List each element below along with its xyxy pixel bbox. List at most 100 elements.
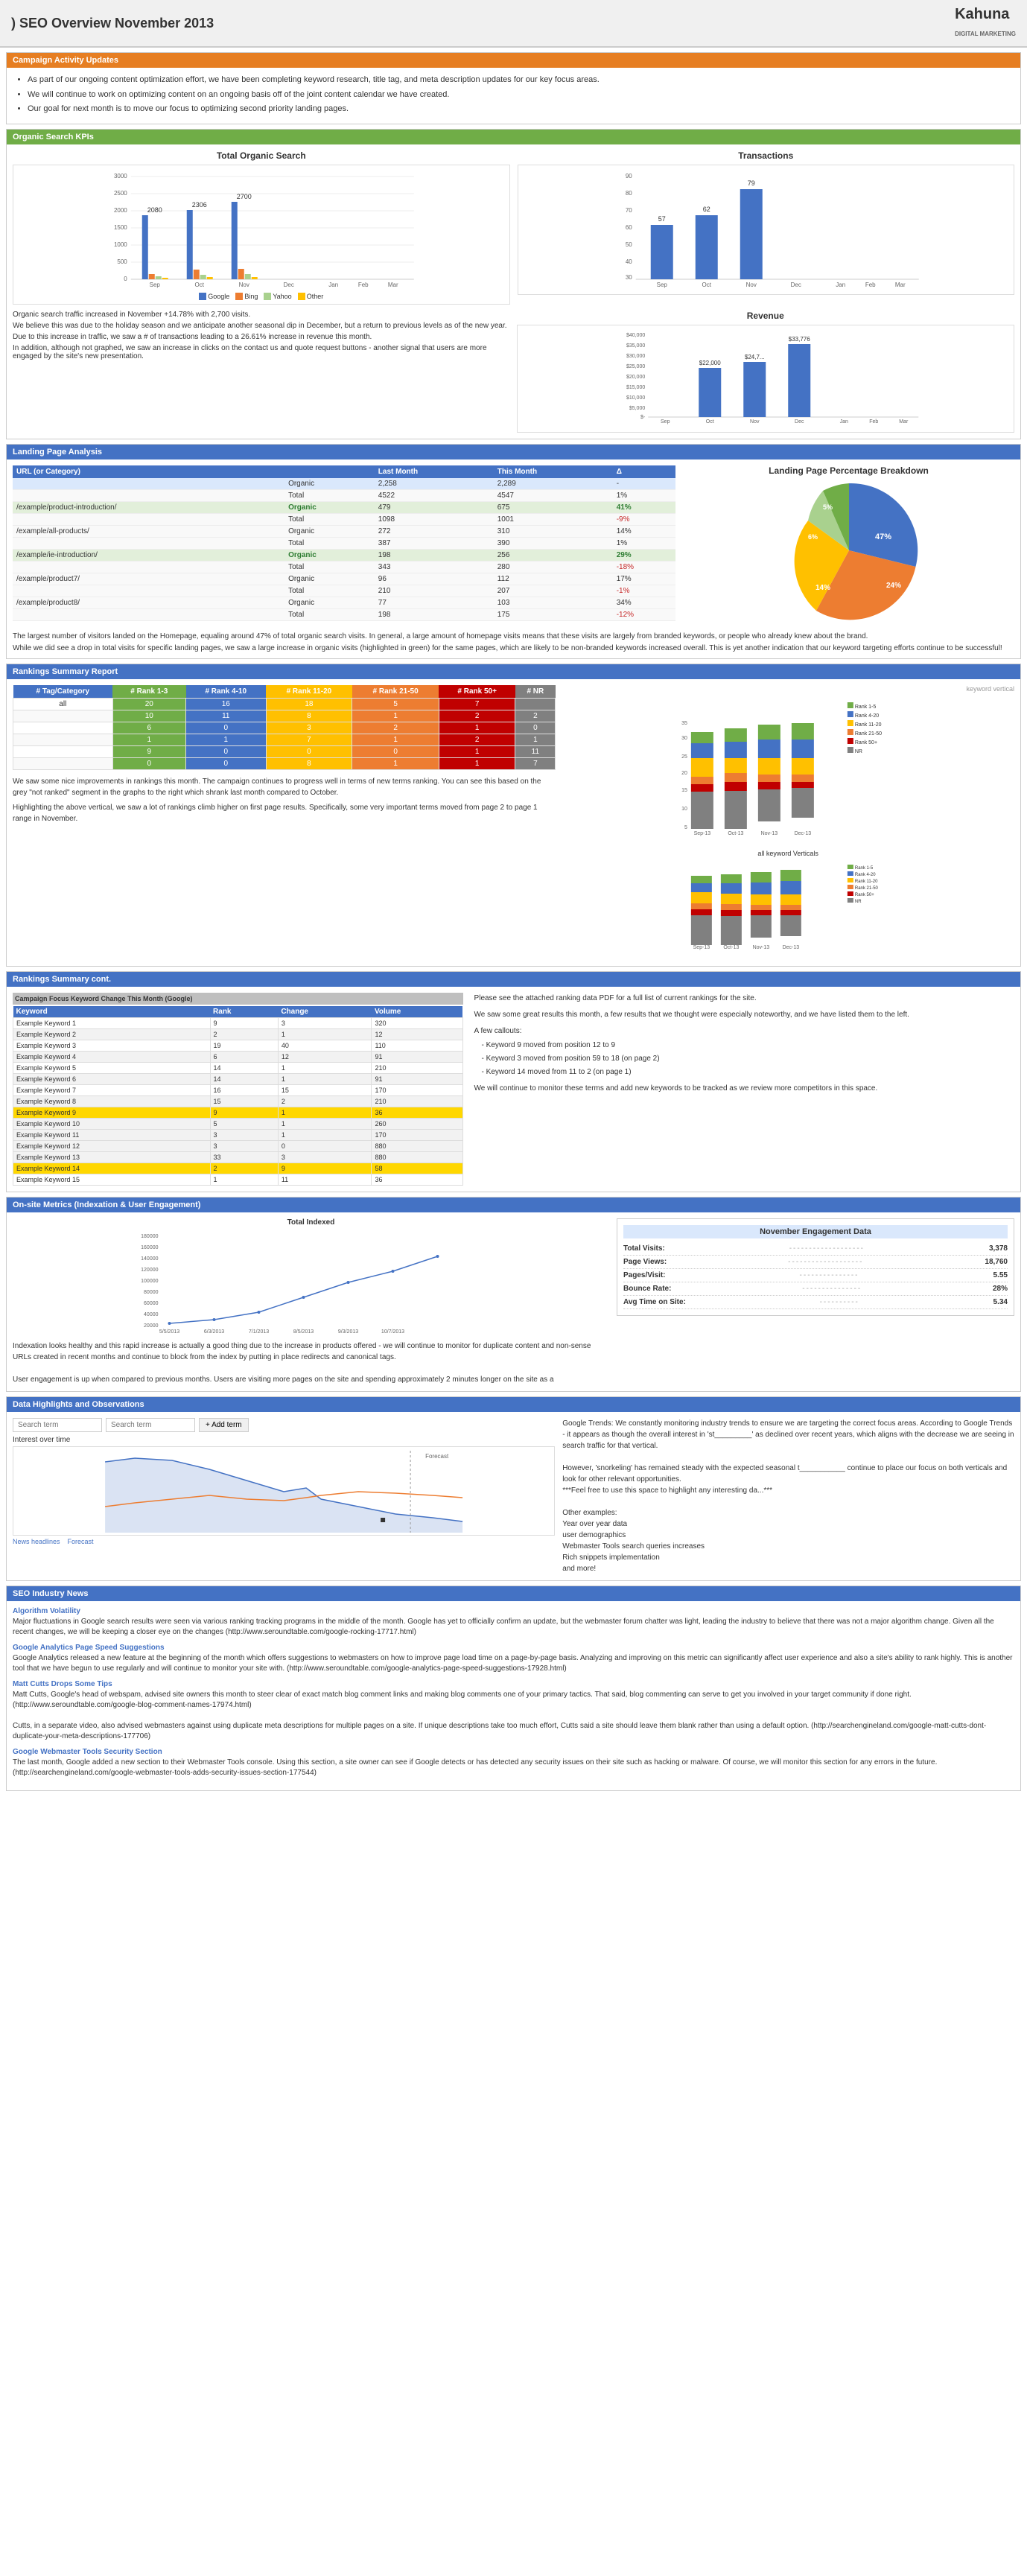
this-cell: 310 [494, 525, 613, 537]
last-cell: 343 [375, 561, 494, 573]
search-input-2[interactable] [106, 1418, 195, 1432]
legend-yahoo-color [264, 293, 271, 300]
svg-text:40000: 40000 [144, 1312, 159, 1317]
col-type [284, 465, 375, 478]
landing-page-section: Landing Page Analysis URL (or Category) … [6, 444, 1021, 659]
rankings-layout: # Tag/Category # Rank 1-3 # Rank 4-10 # … [13, 685, 1014, 960]
svg-text:Rank 11-20: Rank 11-20 [855, 722, 882, 728]
table-row: Example Keyword 142958 [13, 1163, 463, 1174]
this-cell: 175 [494, 608, 613, 620]
organic-text-4: In addition, although not graphed, we sa… [13, 344, 511, 360]
url-cell: /example/product7/ [13, 573, 284, 585]
data-right: Google Trends: We constantly monitoring … [562, 1418, 1014, 1574]
svg-text:Sep: Sep [150, 282, 161, 288]
seo-news-content: Algorithm Volatility Major fluctuations … [7, 1601, 1020, 1790]
svg-text:Mar: Mar [894, 282, 905, 288]
table-row: 1 1 7 1 2 1 [13, 734, 556, 745]
rankings-cont-header: Rankings Summary cont. [7, 972, 1020, 987]
col-r2: # Rank 4-10 [186, 685, 267, 699]
campaign-bullet-3: Our goal for next month is to move our f… [28, 103, 1014, 116]
type-cell: Total [284, 585, 375, 597]
last-cell: 198 [375, 608, 494, 620]
svg-text:Jan: Jan [328, 282, 338, 288]
add-term-button[interactable]: + Add term [199, 1418, 249, 1432]
r4-cell: 1 [352, 734, 439, 745]
table-row: Example Keyword 1511136 [13, 1174, 463, 1185]
svg-text:60: 60 [625, 224, 632, 231]
campaign-activity-header: Campaign Activity Updates [7, 53, 1020, 68]
svg-text:6/3/2013: 6/3/2013 [204, 1329, 224, 1335]
data-highlights-header: Data Highlights and Observations [7, 1397, 1020, 1412]
delta-cell: 17% [613, 573, 675, 585]
search-input-1[interactable] [13, 1418, 102, 1432]
nr-cell [515, 698, 556, 710]
organic-text-2: We believe this was due to the holiday s… [13, 322, 511, 330]
svg-text:Mar: Mar [899, 419, 909, 424]
svg-text:80: 80 [625, 190, 632, 197]
svg-text:2306: 2306 [192, 201, 207, 209]
url-cell [13, 478, 284, 490]
pie-chart-title: Landing Page Percentage Breakdown [683, 465, 1014, 476]
onsite-metrics-section: On-site Metrics (Indexation & User Engag… [6, 1197, 1021, 1392]
r3-cell: 7 [266, 734, 352, 745]
rankings-cont-section: Rankings Summary cont. Campaign Focus Ke… [6, 971, 1021, 1192]
svg-text:NR: NR [855, 900, 862, 904]
svg-text:40: 40 [625, 258, 632, 265]
svg-text:$10,000: $10,000 [626, 395, 644, 401]
headlines-toggle[interactable]: News headlines [13, 1538, 60, 1545]
nr-cell: 0 [515, 722, 556, 734]
transactions-chart: Transactions 90 80 70 60 50 40 30 57 [518, 150, 1015, 305]
last-cell: 96 [375, 573, 494, 585]
page-header: ) SEO Overview November 2013 Kahuna DIGI… [0, 0, 1027, 48]
legend-other-color [298, 293, 305, 300]
svg-text:5/5/2013: 5/5/2013 [159, 1329, 179, 1335]
forecast-toggle[interactable]: Forecast [68, 1538, 94, 1545]
svg-text:15: 15 [681, 788, 687, 793]
engagement-dots: ------------------- [665, 1244, 989, 1253]
legend-google: Google [199, 293, 229, 300]
table-row: Total 210 207 -1% [13, 585, 675, 597]
url-cell: /example/product8/ [13, 597, 284, 608]
rankings-cont-text2: We saw some great results this month, a … [474, 1009, 1014, 1021]
transactions-svg: 90 80 70 60 50 40 30 57 62 [522, 169, 1011, 288]
col-nr: # NR [515, 685, 556, 699]
url-cell [13, 608, 284, 620]
url-cell: /example/ie-introduction/ [13, 549, 284, 561]
table-row: /example/product8/ Organic 77 103 34% [13, 597, 675, 608]
news-title-1: Algorithm Volatility [13, 1607, 1014, 1615]
svg-text:$20,000: $20,000 [626, 375, 644, 380]
svg-text:35: 35 [681, 721, 687, 726]
r1-cell: 20 [112, 698, 185, 710]
svg-text:Nov: Nov [750, 419, 760, 424]
table-row: 6 0 3 2 1 0 [13, 722, 556, 734]
landing-layout: URL (or Category) Last Month This Month … [13, 465, 1014, 629]
indexation-text: Indexation looks healthy and this rapid … [13, 1341, 609, 1385]
svg-text:Sep: Sep [661, 419, 670, 424]
keyword-table-title: Campaign Focus Keyword Change This Month… [13, 993, 463, 1005]
svg-text:3000: 3000 [114, 173, 127, 179]
kw-col: Keyword [13, 1006, 211, 1018]
svg-text:14%: 14% [815, 584, 830, 592]
r2-cell: 16 [186, 698, 267, 710]
callout-1: - Keyword 9 moved from position 12 to 9 [474, 1040, 1014, 1052]
svg-text:Rank 21-50: Rank 21-50 [855, 886, 879, 891]
table-row: Example Keyword 1131170 [13, 1129, 463, 1140]
svg-text:120000: 120000 [141, 1268, 158, 1273]
delta-cell: - [613, 478, 675, 490]
svg-text:Dec: Dec [790, 282, 801, 288]
indexation-svg: 180000 160000 140000 120000 100000 80000… [13, 1230, 609, 1335]
onsite-metrics-content: Total Indexed 180000 160000 140000 12000… [7, 1212, 1020, 1391]
svg-text:50: 50 [625, 241, 632, 248]
onsite-layout: Total Indexed 180000 160000 140000 12000… [13, 1218, 1014, 1385]
type-cell: Organic [284, 525, 375, 537]
last-cell: 77 [375, 597, 494, 608]
callout-2: - Keyword 3 moved from position 59 to 18… [474, 1053, 1014, 1065]
svg-text:140000: 140000 [141, 1256, 158, 1262]
last-cell: 210 [375, 585, 494, 597]
r4-cell: 5 [352, 698, 439, 710]
campaign-activity-content: As part of our ongoing content optimizat… [7, 68, 1020, 124]
svg-text:Oct-13: Oct-13 [724, 945, 740, 950]
engagement-row-1: Total Visits: ------------------- 3,378 [623, 1242, 1008, 1256]
table-row: /example/all-products/ Organic 272 310 1… [13, 525, 675, 537]
engagement-label: Page Views: [623, 1258, 667, 1266]
